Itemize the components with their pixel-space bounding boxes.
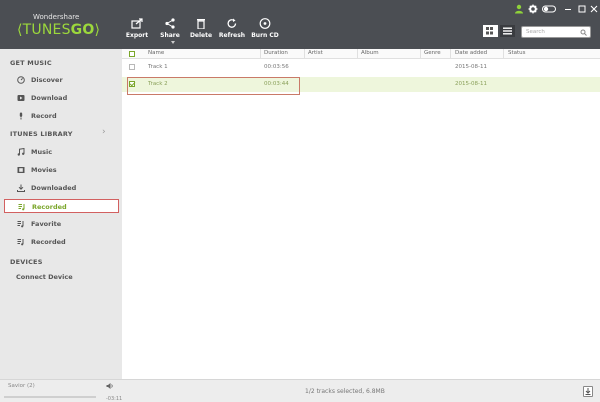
track-name: Track 1 — [148, 64, 168, 70]
music-note-icon — [17, 148, 25, 156]
playback-progress[interactable] — [4, 396, 96, 398]
share-button[interactable]: Share — [155, 18, 185, 39]
sidebar: GET MUSIC Discover Download Record ITUNE… — [0, 49, 122, 379]
selected-row-highlight — [127, 77, 300, 95]
sidebar-item-label: Recorded — [32, 203, 67, 211]
column-artist[interactable]: Artist — [308, 50, 323, 56]
column-status[interactable]: Status — [508, 50, 526, 56]
trash-icon — [197, 19, 205, 29]
track-table: Name Duration Artist Album Genre Date ad… — [122, 49, 600, 379]
sidebar-item-recorded[interactable]: Recorded — [4, 235, 119, 249]
download-tray-icon — [17, 184, 25, 192]
refresh-button[interactable]: Refresh — [217, 18, 247, 39]
playlist-icon — [17, 221, 24, 228]
brand-logo: ⟨TUNESGO⟩ — [17, 22, 101, 38]
delete-button[interactable]: Delete — [186, 18, 216, 39]
column-divider — [304, 49, 305, 59]
sidebar-item-label: Favorite — [31, 220, 62, 228]
export-icon — [131, 18, 143, 29]
sidebar-item-download[interactable]: Download — [4, 91, 119, 105]
status-bar: Savior (2) -03:11 1/2 tracks selected, 6… — [0, 379, 600, 402]
burn-cd-button[interactable]: Burn CD — [250, 18, 280, 39]
refresh-label: Refresh — [218, 32, 246, 39]
chevron-right-icon[interactable]: › — [102, 127, 106, 137]
section-devices: DEVICES — [10, 258, 43, 266]
column-divider — [420, 49, 421, 59]
sidebar-item-label: Recorded — [31, 238, 66, 246]
share-label: Share — [160, 32, 180, 39]
delete-label: Delete — [189, 32, 213, 39]
microphone-icon — [19, 112, 23, 120]
select-all-checkbox[interactable] — [129, 51, 135, 57]
sidebar-item-connect-device[interactable]: Connect Device — [4, 270, 119, 284]
sidebar-item-favorite[interactable]: Favorite — [4, 217, 119, 231]
maximize-icon[interactable] — [578, 4, 586, 14]
sidebar-item-label: Movies — [31, 166, 57, 174]
column-genre[interactable]: Genre — [424, 50, 441, 56]
search-box[interactable]: Search — [521, 26, 591, 38]
grid-view-icon[interactable] — [483, 25, 498, 37]
playlist-icon — [17, 239, 24, 246]
film-icon — [17, 167, 25, 173]
column-date-added[interactable]: Date added — [455, 50, 487, 56]
minimize-icon[interactable] — [564, 4, 572, 14]
share-icon — [165, 18, 175, 29]
download-arrow-icon — [585, 388, 591, 395]
column-album[interactable]: Album — [361, 50, 379, 56]
sidebar-item-music[interactable]: Music — [4, 145, 119, 159]
brand-area: Wondershare ⟨TUNESGO⟩ — [0, 0, 122, 49]
volume-icon[interactable] — [106, 382, 114, 390]
playback-time: -03:11 — [106, 396, 123, 402]
sidebar-item-label: Download — [31, 94, 68, 102]
burn-cd-label: Burn CD — [251, 32, 279, 39]
column-name[interactable]: Name — [148, 50, 164, 56]
export-label: Export — [125, 32, 149, 39]
sidebar-item-label: Connect Device — [16, 273, 73, 281]
sidebar-item-label: Discover — [31, 76, 63, 84]
list-view-icon[interactable] — [500, 25, 515, 37]
export-button[interactable]: Export — [122, 18, 152, 39]
device-name: Savior (2) — [8, 383, 35, 389]
brand-company: Wondershare — [33, 13, 80, 21]
sidebar-item-downloaded[interactable]: Downloaded — [4, 181, 119, 195]
disc-icon — [259, 18, 271, 29]
sidebar-item-movies[interactable]: Movies — [4, 163, 119, 177]
section-itunes-library: ITUNES LIBRARY — [10, 130, 73, 138]
table-row[interactable]: Track 1 00:03:56 2015-08-11 — [122, 60, 600, 75]
playlist-icon — [18, 204, 25, 211]
column-divider — [260, 49, 261, 59]
column-duration[interactable]: Duration — [264, 50, 288, 56]
gear-icon[interactable] — [528, 4, 538, 14]
toggle-icon[interactable] — [542, 4, 556, 14]
row-checkbox[interactable] — [129, 64, 135, 70]
track-date-added: 2015-08-11 — [455, 81, 487, 87]
column-divider — [450, 49, 451, 59]
user-icon[interactable] — [514, 4, 524, 14]
column-divider — [503, 49, 504, 59]
section-get-music: GET MUSIC — [10, 59, 52, 67]
sidebar-item-label: Record — [31, 112, 57, 120]
search-input[interactable]: Search — [526, 29, 545, 35]
sidebar-item-label: Downloaded — [31, 184, 77, 192]
sidebar-item-label: Music — [31, 148, 53, 156]
top-toolbar: Wondershare ⟨TUNESGO⟩ Export Share Delet… — [0, 0, 600, 49]
refresh-icon — [227, 18, 237, 28]
sidebar-item-discover[interactable]: Discover — [4, 73, 119, 87]
share-dropdown-caret[interactable] — [171, 41, 175, 44]
track-duration: 00:03:56 — [264, 64, 289, 70]
compass-icon — [17, 76, 25, 84]
close-icon[interactable] — [590, 4, 598, 14]
track-date-added: 2015-08-11 — [455, 64, 487, 70]
selection-status: 1/2 tracks selected, 6.8MB — [305, 388, 385, 395]
download-button[interactable] — [583, 386, 593, 397]
download-icon — [17, 95, 25, 101]
column-divider — [357, 49, 358, 59]
table-header: Name Duration Artist Album Genre Date ad… — [122, 49, 600, 59]
search-icon[interactable] — [580, 29, 587, 36]
sidebar-item-recorded-active[interactable]: Recorded — [4, 199, 119, 213]
sidebar-item-record[interactable]: Record — [4, 109, 119, 123]
